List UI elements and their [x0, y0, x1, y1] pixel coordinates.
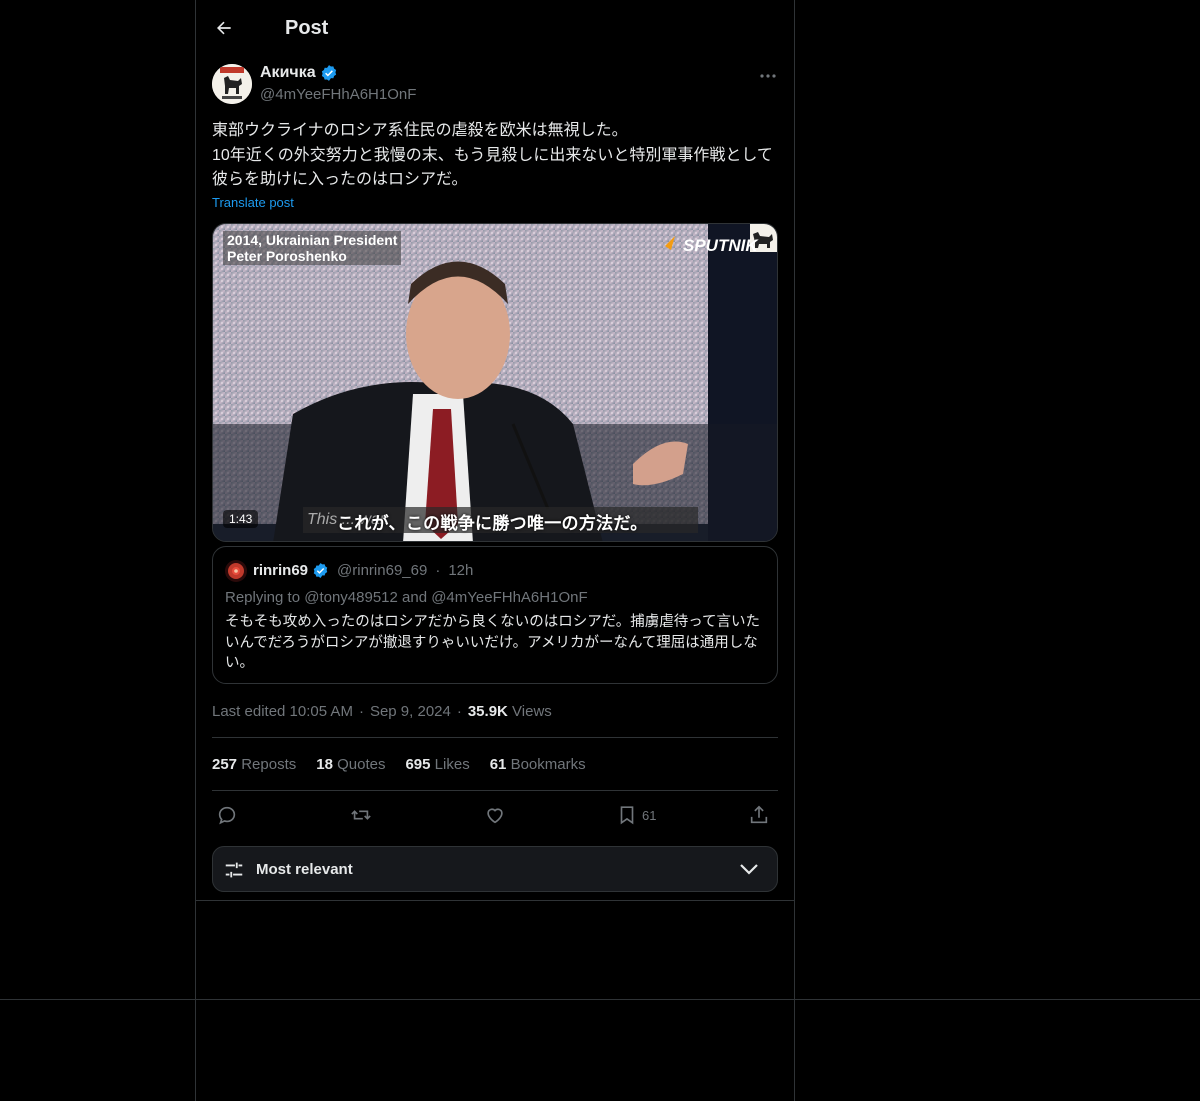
bookmarks-stat[interactable]: 61 Bookmarks: [490, 756, 586, 773]
quote-name-row: rinrin69 @rinrin69_69 · 12h: [253, 562, 473, 579]
post-text: 東部ウクライナのロシア系住民の虐殺を欧米は無視した。 10年近くの外交努力と我慢…: [212, 122, 773, 188]
post-date[interactable]: Sep 9, 2024: [370, 703, 451, 720]
views-count: 35.9K: [467, 703, 508, 720]
more-dots-icon: [760, 74, 776, 78]
reposts-count: 257: [212, 756, 238, 773]
video-duration: 1:43: [223, 510, 259, 528]
more-options-button[interactable]: [756, 66, 780, 86]
quoted-post[interactable]: rinrin69 @rinrin69_69 · 12h Replying to …: [212, 546, 778, 684]
reply-icon: [218, 806, 236, 825]
repost-button[interactable]: [350, 803, 372, 827]
quote-replying-to: Replying to @tony489512 and @4mYeeFHhA6H…: [225, 589, 588, 606]
quote-text: そもそも攻め入ったのはロシアだから良くないのはロシアだ。捕虜虐待って言いたいんで…: [225, 614, 761, 671]
divider: [212, 790, 778, 791]
edited-time[interactable]: Last edited 10:05 AM: [212, 703, 353, 720]
bookmark-icon: [620, 806, 634, 825]
author-display-name[interactable]: Акичка: [260, 64, 316, 82]
arrow-left-icon: [217, 21, 231, 35]
dog-avatar-icon: [212, 64, 252, 104]
quotes-stat[interactable]: 18 Quotes: [316, 756, 385, 773]
sliders-icon: [225, 862, 243, 878]
author-name-row: Акичка: [260, 64, 338, 82]
divider: [212, 737, 778, 738]
post-timestamp: Last edited 10:05 AM · Sep 9, 2024 · 35.…: [212, 703, 552, 720]
translate-post-link[interactable]: Translate post: [212, 195, 294, 210]
meta-separator: ·: [456, 703, 462, 720]
share-icon: [750, 805, 768, 824]
back-button[interactable]: [212, 16, 236, 40]
quotes-label: Quotes: [337, 756, 386, 773]
share-button[interactable]: [748, 803, 770, 827]
video-caption: 2014, Ukrainian President Peter Poroshen…: [223, 231, 402, 265]
video-caption-line1: 2014, Ukrainian President: [227, 232, 398, 248]
quote-time: 12h: [448, 562, 474, 579]
quote-handle: @rinrin69_69: [337, 562, 428, 579]
page-title: Post: [285, 16, 329, 39]
page-header: Post: [212, 10, 328, 46]
quote-avatar[interactable]: [225, 560, 247, 582]
post-stats: 257 Reposts 18 Quotes 695 Likes 61 Bookm…: [212, 756, 586, 773]
meta-separator: ·: [358, 703, 364, 720]
bookmark-count: 61: [642, 807, 657, 823]
heart-icon: [487, 808, 503, 824]
sort-label: Most relevant: [256, 861, 353, 878]
bookmarks-count: 61: [489, 756, 507, 773]
quotes-count: 18: [316, 756, 333, 773]
quote-separator: ·: [435, 562, 441, 579]
bookmarks-label: Bookmarks: [510, 756, 586, 773]
flower-avatar-icon: [225, 560, 247, 582]
reply-button[interactable]: [216, 803, 238, 827]
main-column: Post Акичка @4mYeeFHhA6H1OnF 東部ウクライナのロシア…: [195, 0, 795, 1101]
verified-badge-icon: [321, 65, 336, 81]
reply-sort-dropdown[interactable]: Most relevant: [212, 846, 778, 892]
quote-display-name: rinrin69: [253, 562, 309, 579]
subtitle-japanese: これが、この戦争に勝つ唯一の方法だ。: [337, 514, 648, 533]
views-label: Views: [512, 703, 552, 720]
verified-badge-icon: [313, 563, 328, 578]
reposts-stat[interactable]: 257 Reposts: [212, 756, 296, 773]
bookmark-button[interactable]: 61: [616, 803, 656, 827]
video-thumbnail: [213, 224, 777, 541]
repost-icon: [351, 810, 371, 820]
video-player[interactable]: 2014, Ukrainian President Peter Poroshen…: [212, 223, 778, 542]
chevron-down-icon: [740, 864, 758, 875]
sputnik-logo: SPUTNIK: [683, 236, 758, 255]
like-button[interactable]: [484, 803, 506, 827]
reposts-label: Reposts: [241, 756, 297, 773]
likes-label: Likes: [434, 756, 470, 773]
video-caption-line2: Peter Poroshenko: [227, 248, 347, 264]
avatar[interactable]: [212, 64, 252, 104]
likes-count: 695: [405, 756, 431, 773]
author-handle[interactable]: @4mYeeFHhA6H1OnF: [260, 86, 416, 103]
post-actions: 61: [212, 803, 778, 827]
likes-stat[interactable]: 695 Likes: [405, 756, 469, 773]
post-author: Акичка @4mYeeFHhA6H1OnF: [212, 64, 780, 108]
